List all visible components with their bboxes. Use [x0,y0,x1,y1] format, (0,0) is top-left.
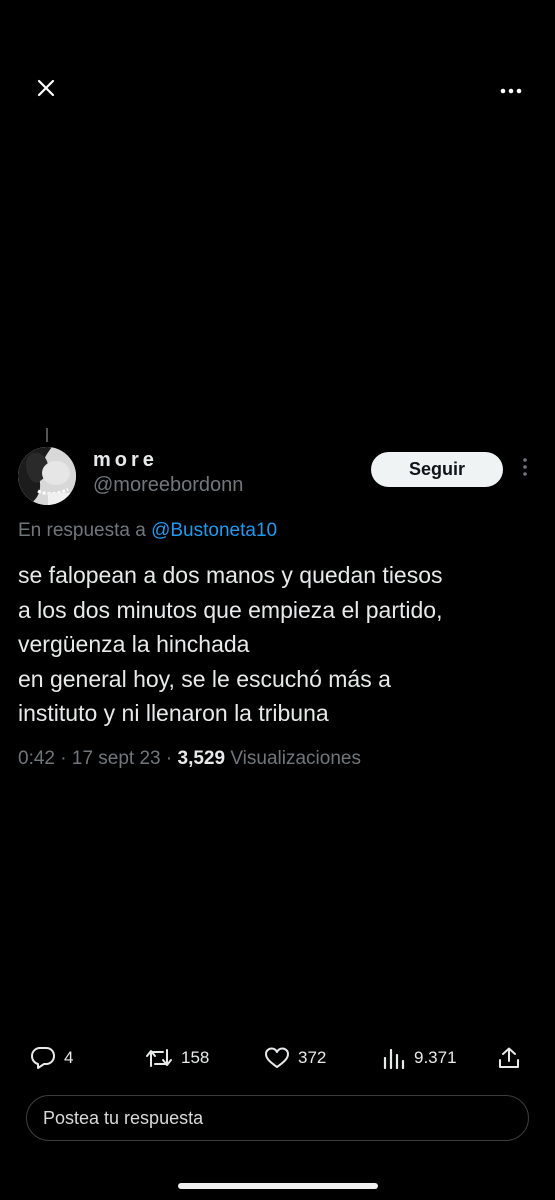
reply-mention-link[interactable]: @Bustoneta10 [151,520,277,541]
share-icon [497,1046,521,1070]
tweet-time[interactable]: 0:42 [18,748,55,769]
tweet-text-line: en general hoy, se le escuchó más a [18,665,391,692]
home-indicator[interactable] [178,1183,378,1189]
views-count[interactable]: 3,529 [178,748,226,769]
like-count: 372 [298,1048,327,1067]
bar-chart-icon [382,1046,406,1070]
retweet-count: 158 [181,1048,210,1067]
views-label: Visualizaciones [230,748,361,769]
follow-button[interactable]: Seguir [371,452,503,487]
reply-prefix: En respuesta a [18,520,146,541]
more-vertical-icon [522,457,528,482]
retweet-icon [145,1046,173,1070]
meta-separator: · [60,748,67,769]
close-icon [36,78,56,103]
like-button[interactable]: 372 [264,1040,326,1076]
heart-icon [264,1046,290,1070]
reply-count: 4 [64,1048,74,1067]
author-name[interactable]: more [93,449,158,472]
reply-input[interactable]: Postea tu respuesta [26,1095,529,1141]
tweet-text-line: vergüenza la hinchada [18,631,250,657]
action-bar: 4 158 372 9.371 [0,1040,555,1076]
retweet-button[interactable]: 158 [145,1040,209,1076]
tweet-text-line: se falopean a dos manos y quedan tiesos [18,562,443,588]
avatar[interactable] [18,447,76,505]
share-button[interactable] [497,1040,521,1076]
more-horizontal-icon [500,81,522,99]
meta-separator: · [165,748,173,769]
reply-icon [30,1046,56,1070]
tweet-text: se falopean a dos manos y quedan tiesos … [18,558,543,731]
tweet-text-line: instituto y ni llenaron la tribuna [18,700,329,726]
close-button[interactable] [30,74,62,106]
tweet-options-button[interactable] [514,454,536,484]
top-bar [0,70,555,110]
more-options-button[interactable] [495,74,527,106]
tweet-meta: 0:42 · 17 sept 23 · 3,529 Visualizacione… [18,748,361,770]
author-handle[interactable]: @moreebordonn [93,474,243,497]
views-button[interactable]: 9.371 [382,1040,457,1076]
tweet-date[interactable]: 17 sept 23 [72,748,161,769]
views-action-count: 9.371 [414,1048,457,1067]
reply-context: En respuesta a @Bustoneta10 [18,520,277,542]
thread-line [46,428,48,442]
reply-button[interactable]: 4 [30,1040,73,1076]
tweet-text-line: a los dos minutos que empieza el partido… [18,596,443,623]
